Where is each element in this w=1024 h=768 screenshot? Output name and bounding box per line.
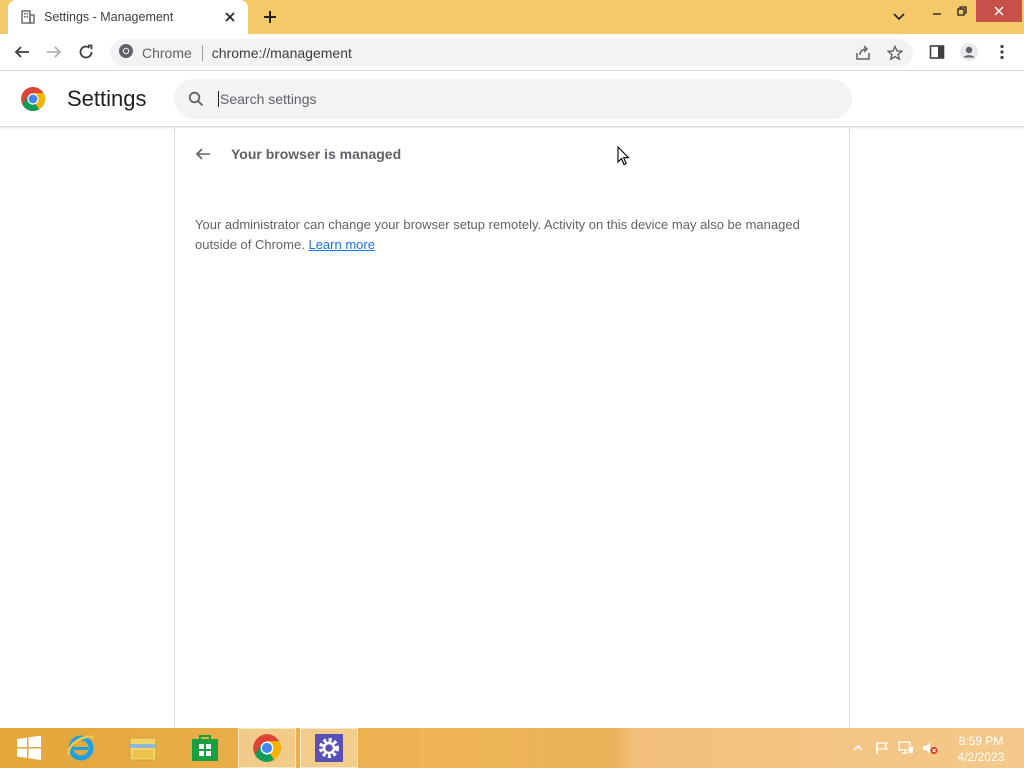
window-close-button[interactable] — [976, 0, 1022, 22]
learn-more-link[interactable]: Learn more — [308, 237, 374, 252]
taskbar-clock[interactable]: 8:59 PM 4/2/2023 — [948, 733, 1014, 765]
internet-explorer-icon[interactable] — [52, 728, 110, 768]
back-arrow-icon[interactable] — [193, 144, 213, 164]
reload-button[interactable] — [74, 40, 98, 64]
file-explorer-icon[interactable] — [114, 728, 172, 768]
settings-search-box[interactable] — [174, 79, 852, 119]
management-description: Your administrator can change your brows… — [195, 215, 815, 255]
chrome-logo-icon — [20, 86, 46, 112]
mouse-cursor-icon — [617, 145, 631, 166]
settings-gear-taskbar-icon[interactable] — [300, 728, 358, 768]
restore-button[interactable] — [946, 0, 978, 22]
omnibox-divider — [201, 45, 203, 61]
store-icon[interactable] — [176, 728, 234, 768]
settings-header: Settings — [0, 71, 1024, 127]
side-panel-icon[interactable] — [925, 40, 949, 64]
forward-button[interactable] — [42, 40, 66, 64]
chrome-taskbar-icon[interactable] — [238, 728, 296, 768]
chrome-icon — [118, 43, 134, 64]
more-menu-icon[interactable] — [990, 40, 1014, 64]
page-title: Settings — [67, 86, 147, 111]
show-hidden-icons-icon[interactable] — [850, 740, 866, 756]
management-title: Your browser is managed — [231, 146, 402, 162]
url-text[interactable]: chrome://management — [212, 45, 352, 61]
tab-strip: Settings - Management — [0, 0, 1024, 34]
back-button[interactable] — [10, 40, 34, 64]
tab-settings-management[interactable]: Settings - Management — [8, 0, 248, 34]
bookmark-star-icon[interactable] — [885, 43, 905, 63]
taskbar — [0, 728, 1024, 768]
start-button[interactable] — [0, 728, 58, 768]
building-icon — [20, 9, 36, 25]
management-card: Your browser is managed Your administrat… — [174, 128, 850, 728]
action-center-flag-icon[interactable] — [874, 740, 890, 756]
clock-date: 4/2/2023 — [957, 750, 1005, 764]
search-icon — [186, 89, 206, 109]
profile-avatar-icon[interactable] — [957, 40, 981, 64]
address-bar[interactable]: Chrome chrome://management — [110, 39, 913, 67]
management-description-text: Your administrator can change your brows… — [195, 217, 800, 252]
tab-title: Settings - Management — [44, 10, 174, 24]
clock-time: 8:59 PM — [958, 734, 1004, 748]
site-info-chip[interactable]: Chrome — [118, 43, 192, 63]
volume-muted-icon[interactable] — [922, 740, 938, 756]
new-tab-button[interactable] — [260, 7, 280, 27]
close-icon[interactable] — [222, 9, 238, 25]
site-chip-label: Chrome — [142, 45, 192, 61]
share-icon[interactable] — [853, 43, 873, 63]
search-input[interactable] — [218, 91, 818, 107]
network-icon[interactable] — [898, 740, 914, 756]
browser-toolbar: Chrome chrome://management — [0, 34, 1024, 71]
chevron-down-icon[interactable] — [889, 8, 909, 26]
